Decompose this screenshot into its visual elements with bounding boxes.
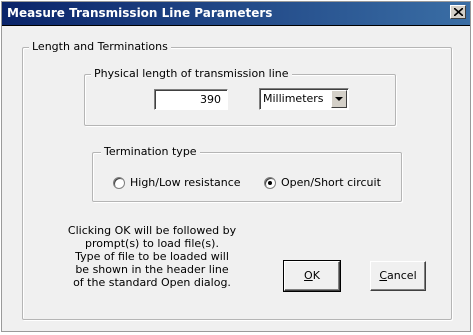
units-selected-value: Millimeters xyxy=(263,92,324,105)
close-button[interactable] xyxy=(450,5,466,19)
termination-type-legend: Termination type xyxy=(101,145,200,158)
title-bar[interactable]: Measure Transmission Line Parameters xyxy=(2,2,470,26)
length-input[interactable]: 390 xyxy=(154,89,228,110)
length-terminations-legend: Length and Terminations xyxy=(29,40,171,53)
chevron-down-icon xyxy=(335,97,343,101)
dialog-window: Measure Transmission Line Parameters Len… xyxy=(1,1,471,332)
radio-button-unselected[interactable] xyxy=(113,177,125,189)
instruction-note: Clicking OK will be followed by prompt(s… xyxy=(67,224,237,289)
cancel-button[interactable]: Cancel xyxy=(370,261,426,291)
radio-label: Open/Short circuit xyxy=(281,176,381,189)
physical-length-group: Physical length of transmission line xyxy=(84,67,396,126)
radio-label: High/Low resistance xyxy=(130,176,241,189)
radio-button-selected[interactable] xyxy=(264,177,276,189)
ok-mnemonic: O xyxy=(304,269,313,282)
radio-dot-icon xyxy=(268,181,272,185)
cancel-label-rest: ancel xyxy=(387,269,417,282)
ok-label-rest: K xyxy=(312,269,320,282)
cancel-mnemonic: C xyxy=(379,269,388,282)
units-dropdown-button[interactable] xyxy=(331,90,347,108)
physical-length-legend: Physical length of transmission line xyxy=(91,67,292,80)
window-title: Measure Transmission Line Parameters xyxy=(7,6,273,20)
units-select[interactable]: Millimeters xyxy=(259,88,349,110)
close-icon xyxy=(454,8,463,16)
ok-button[interactable]: OK xyxy=(283,260,341,292)
